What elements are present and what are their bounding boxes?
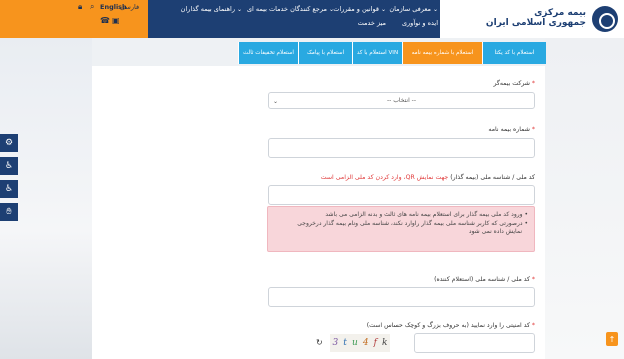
background-left bbox=[0, 38, 92, 359]
inquiry-form: * شرکت بیمه‌گر ⌄ -- انتخاب -- * شماره بی… bbox=[92, 66, 545, 359]
company-label: * شرکت بیمه‌گر bbox=[493, 80, 536, 87]
captcha-image: 3 t u 4 f k bbox=[330, 334, 390, 352]
main-nav: معرفی سازمان ⌄ قوانین و مقررات ⌄ مرجع کنند… bbox=[176, 2, 438, 36]
nav-providers[interactable]: مرجع کنندگان خدمات بیمه ای ⌄ bbox=[247, 5, 334, 13]
inquirer-id-label: * کد ملی / شناسه ملی (استعلام کننده) bbox=[434, 276, 535, 283]
top-utility-bar: فارسی English ⌕ 🔒︎ ☎ ▣ bbox=[0, 0, 148, 38]
lock-icon[interactable]: 🔒︎ bbox=[78, 2, 82, 12]
nav-service-desk[interactable]: میز خدمت bbox=[358, 19, 386, 27]
policy-number-input[interactable] bbox=[268, 138, 535, 158]
alert-line-1: • ورود کد ملی بیمه گذار برای استعلام بیم… bbox=[325, 211, 528, 218]
search-icon[interactable]: ⌕ bbox=[90, 2, 94, 12]
tab-vin[interactable]: استعلام با کد VIN bbox=[352, 42, 402, 64]
cart-icon[interactable]: ▣ bbox=[112, 16, 120, 25]
chevron-down-icon: ⌄ bbox=[273, 98, 279, 105]
national-id-label: کد ملی / شناسه ملی (بیمه گذار) جهت نمایش… bbox=[320, 174, 535, 181]
alert-line-3: نمایش داده نمی شود bbox=[468, 228, 522, 235]
captcha-label: * کد امنیتی را وارد نمایید (به حروف بزرگ… bbox=[366, 322, 535, 329]
background-right bbox=[545, 38, 624, 359]
nav-guide[interactable]: راهنمای بیمه گذاران ⌄ bbox=[181, 5, 242, 13]
sign-language-icon[interactable]: ✋︎ bbox=[0, 203, 18, 221]
logo[interactable]: بیمه مرکزی جمهوری اسلامی ایران bbox=[440, 0, 624, 38]
national-id-input[interactable] bbox=[268, 185, 535, 205]
nav-laws[interactable]: قوانین و مقررات ⌄ bbox=[333, 5, 386, 13]
logo-line2: جمهوری اسلامی ایران bbox=[485, 18, 586, 28]
site-header: فارسی English ⌕ 🔒︎ ☎ ▣ معرفی سازمان ⌄ قوا… bbox=[0, 0, 624, 38]
accessibility-icon[interactable]: ♿︎ bbox=[0, 157, 18, 175]
national-id-alert: • ورود کد ملی بیمه گذار برای استعلام بیم… bbox=[267, 206, 535, 252]
captcha-input[interactable] bbox=[414, 333, 535, 353]
tab-unique-code[interactable]: استعلام با کد یکتا bbox=[482, 42, 546, 64]
nav-innovation[interactable]: ایده و نوآوری bbox=[402, 19, 438, 27]
lang-en-link[interactable]: English bbox=[100, 3, 127, 11]
policy-number-label: * شماره بیمه نامه bbox=[488, 126, 535, 133]
arrow-up-icon[interactable]: ↑ bbox=[606, 332, 618, 346]
nav-about[interactable]: معرفی سازمان ⌄ bbox=[389, 5, 438, 13]
wheelchair-icon[interactable]: ♿︎ bbox=[0, 180, 18, 198]
inquiry-tabs: استعلام با کد یکتا استعلام با شماره بیمه… bbox=[238, 42, 546, 64]
tab-third-party-discounts[interactable]: استعلام تخفیفات ثالث bbox=[238, 42, 298, 64]
tab-sms[interactable]: استعلام با پیامک bbox=[298, 42, 352, 64]
logo-emblem-icon bbox=[592, 6, 618, 32]
settings-icon[interactable]: ⚙ bbox=[0, 134, 18, 152]
alert-line-2: • درصورتی که کاربر شناسه ملی بیمه گذار ر… bbox=[297, 219, 528, 227]
inquirer-id-input[interactable] bbox=[268, 287, 535, 307]
insurer-select[interactable]: ⌄ -- انتخاب -- bbox=[268, 92, 535, 109]
tab-policy-number[interactable]: استعلام با شماره بیمه نامه bbox=[402, 42, 482, 64]
phone-icon[interactable]: ☎ bbox=[100, 16, 110, 25]
refresh-icon[interactable]: ↻ bbox=[316, 338, 323, 347]
